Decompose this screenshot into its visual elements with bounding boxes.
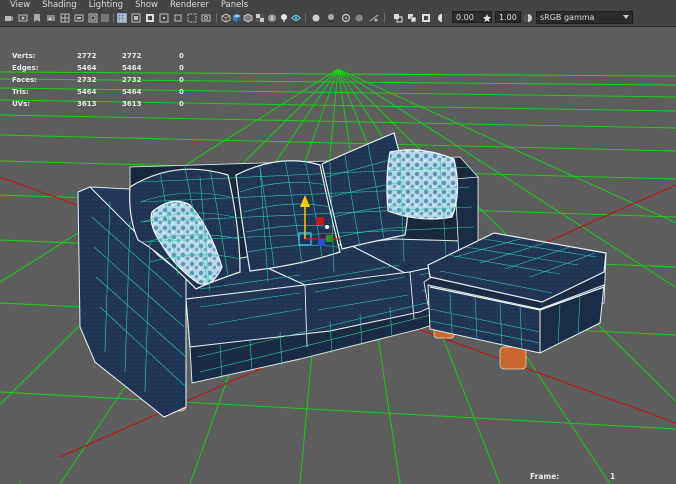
camera-icon[interactable] xyxy=(4,13,14,23)
menu-lighting[interactable]: Lighting xyxy=(82,0,128,10)
wireframe-on-shaded-icon[interactable] xyxy=(243,13,253,23)
overscan-icon[interactable] xyxy=(173,13,183,23)
safe-area-icon[interactable] xyxy=(145,13,155,23)
gamma-icon[interactable] xyxy=(437,13,447,23)
film-gate-icon[interactable] xyxy=(74,13,84,23)
sphere-icon[interactable] xyxy=(311,13,321,23)
resolution-gate-icon[interactable] xyxy=(88,13,98,23)
panel-toolbar: 0.00 1.00 sRGB gamma xyxy=(0,10,676,27)
3d-viewport[interactable]: Verts: 2772 2772 0 Edges: 5464 5464 0 Fa… xyxy=(0,27,676,484)
textured-icon[interactable] xyxy=(255,13,265,23)
safe-title-icon[interactable] xyxy=(159,13,169,23)
grid-icon[interactable] xyxy=(60,13,70,23)
bookmark-icon[interactable] xyxy=(32,13,42,23)
antialias-icon[interactable] xyxy=(369,13,379,23)
gate-mask-icon[interactable] xyxy=(100,13,110,23)
menu-panels[interactable]: Panels xyxy=(214,0,253,10)
toolbar-separator xyxy=(113,13,114,23)
isolate-select-icon[interactable] xyxy=(421,13,431,23)
xray-joints-icon[interactable] xyxy=(407,13,417,23)
select-camera-icon[interactable] xyxy=(18,13,28,23)
gamma-field[interactable]: 1.00 xyxy=(495,11,521,23)
grease-pencil-icon[interactable] xyxy=(201,13,211,23)
light-bulb-icon[interactable] xyxy=(279,13,289,23)
toolbar-separator xyxy=(216,13,217,23)
lights-icon[interactable] xyxy=(291,13,301,23)
ottoman-mesh[interactable] xyxy=(423,232,607,370)
ambient-occlusion-icon[interactable] xyxy=(341,13,351,23)
exposure-icon[interactable] xyxy=(482,13,492,23)
chevron-down-icon xyxy=(623,15,629,19)
image-plane-icon[interactable] xyxy=(46,13,56,23)
menu-show[interactable]: Show xyxy=(128,0,163,10)
sofa-mesh[interactable] xyxy=(77,132,479,418)
frame-hud: Frame: 1 xyxy=(530,472,616,481)
color-management-icon[interactable] xyxy=(523,13,533,23)
wireframe-cube-icon[interactable] xyxy=(221,13,231,23)
motion-blur-icon[interactable] xyxy=(354,13,364,23)
throw-pillow-right xyxy=(386,149,459,220)
field-chart-icon[interactable] xyxy=(131,13,141,23)
toolbar-separator xyxy=(305,13,306,23)
viewport-scene xyxy=(0,68,676,484)
xray-icon[interactable] xyxy=(393,13,403,23)
maya-viewport-window: View Shading Lighting Show Renderer Pane… xyxy=(0,0,676,484)
toolbar-separator xyxy=(384,13,385,23)
menu-renderer[interactable]: Renderer xyxy=(163,0,214,10)
panel-menu-bar: View Shading Lighting Show Renderer Pane… xyxy=(0,0,676,10)
menu-view[interactable]: View xyxy=(0,0,35,10)
menu-shading[interactable]: Shading xyxy=(35,0,82,10)
view-axis-icon xyxy=(19,482,21,484)
wireframe-grid-icon[interactable] xyxy=(117,13,127,23)
checker-icon[interactable] xyxy=(267,13,277,23)
color-management-dropdown[interactable]: sRGB gamma xyxy=(536,11,633,24)
shaded-cube-icon[interactable] xyxy=(232,13,242,23)
color-management-value: sRGB gamma xyxy=(540,13,595,22)
shadows-icon[interactable] xyxy=(326,13,336,23)
pan-zoom-icon[interactable] xyxy=(187,13,197,23)
